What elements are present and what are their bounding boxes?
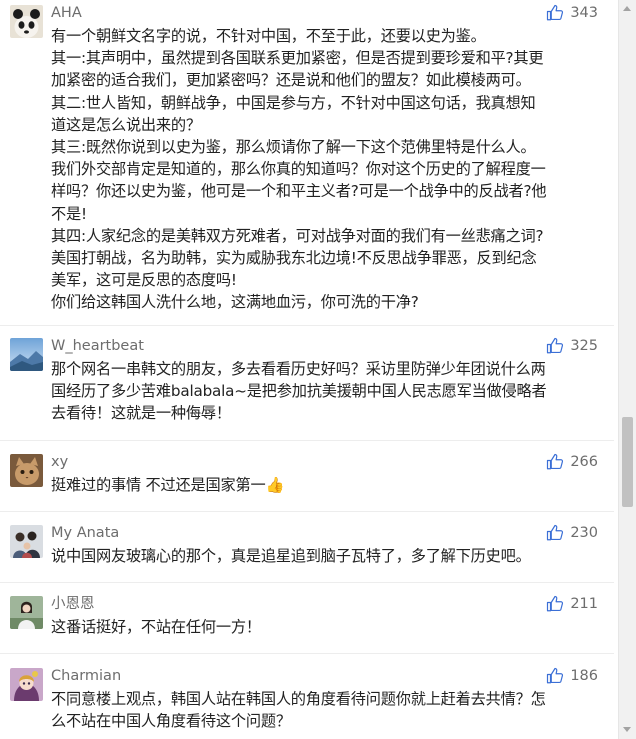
- username[interactable]: W_heartbeat: [51, 336, 144, 356]
- scroll-down-arrow-icon[interactable]: [623, 727, 631, 732]
- comment-line: 那个网名一串韩文的朋友，多去看看历史好吗？采访里防弹少年团说什么两: [51, 360, 546, 378]
- username[interactable]: 小恩恩: [51, 594, 95, 614]
- like-count: 266: [570, 454, 598, 470]
- comment-line: 不是!: [51, 204, 87, 223]
- username[interactable]: xy: [51, 452, 68, 472]
- comment-line: 其三:既然你说到以史为鉴，那么烦请你了解一下这个范佛里特是什么人。: [51, 138, 536, 157]
- like-count: 325: [570, 338, 598, 354]
- avatar-cat-icon: [10, 454, 43, 487]
- comment-line: 道这是怎么说出来的？: [51, 115, 201, 134]
- divider: [0, 511, 614, 512]
- username[interactable]: Charmian: [51, 666, 121, 686]
- like-count: 211: [570, 596, 598, 612]
- comment-line: 么不站在中国人角度看待这个问题？: [51, 712, 291, 731]
- thumbs-up-icon: [547, 524, 564, 541]
- comment-line: 你们给这韩国人洗什么地，这满地血污，你可洗的干净?: [51, 293, 419, 312]
- comment-line: 其二:世人皆知，朝鲜战争，中国是参与方，不针对中国这句话，我真想知: [51, 93, 536, 112]
- comment-line: 这番话挺好，不站在任何一方！: [51, 618, 261, 636]
- comment-text: 不同意楼上观点，韩国人站在韩国人的角度看待问题你就上赶着去共情？怎 么不站在中国…: [51, 688, 607, 732]
- comment-line: 样吗？你还以史为鉴，他可是一个和平主义者?可是一个战争中的反战者?他: [51, 182, 547, 201]
- like-count: 230: [570, 525, 598, 541]
- comment-text: 这番话挺好，不站在任何一方！: [51, 616, 607, 638]
- thumbs-up-icon: [547, 453, 564, 470]
- avatar[interactable]: [10, 668, 43, 701]
- comment-line: 美军，这可是反思的态度吗!: [51, 271, 237, 290]
- thumbs-up-icon: [547, 337, 564, 354]
- like-button[interactable]: 211: [546, 594, 598, 614]
- comment-line: 加紧密的适合我们，更加紧密吗？还是说和他们的盟友？如此模棱两可。: [51, 71, 531, 90]
- comment-line: 其四:人家纪念的是美韩双方死难者，可对战争对面的我们有一丝悲痛之词?: [51, 226, 544, 245]
- avatar-panda-icon: [10, 5, 43, 38]
- comment-line: 有一个朝鲜文名字的说，不针对中国，不至于此，还要以史为鉴。: [51, 27, 486, 45]
- like-button[interactable]: 266: [546, 452, 598, 472]
- comment-text: 说中国网友玻璃心的那个，真是追星追到脑子瓦特了，多了解下历史吧。: [51, 545, 607, 567]
- avatar[interactable]: [10, 596, 43, 629]
- thumbs-up-icon: [547, 667, 564, 684]
- like-button[interactable]: 343: [546, 3, 598, 23]
- avatar-people-icon: [10, 525, 43, 558]
- like-button[interactable]: 186: [546, 666, 598, 686]
- comment-line: 去看待！这就是一种侮辱！: [51, 404, 231, 423]
- scroll-up-arrow-icon[interactable]: [623, 6, 631, 11]
- comment-line: 说中国网友玻璃心的那个，真是追星追到脑子瓦特了，多了解下历史吧。: [51, 547, 531, 565]
- avatar[interactable]: [10, 525, 43, 558]
- vertical-scrollbar[interactable]: [618, 0, 636, 739]
- comment-line: 美国打朝战，名为助韩，实为威胁我东北边境!不反思战争罪恶，反到纪念: [51, 249, 537, 268]
- comment-line: 挺难过的事情 不过还是国家第一👍: [51, 476, 285, 494]
- scroll-thumb[interactable]: [622, 417, 633, 507]
- avatar[interactable]: [10, 5, 43, 38]
- username[interactable]: My Anata: [51, 523, 119, 543]
- like-count: 186: [570, 668, 598, 684]
- divider: [0, 325, 614, 326]
- avatar-landscape-icon: [10, 338, 43, 371]
- comment-text: 有一个朝鲜文名字的说，不针对中国，不至于此，还要以史为鉴。 其一:其声明中，虽然…: [51, 25, 607, 314]
- avatar[interactable]: [10, 454, 43, 487]
- comment-line: 我们外交部肯定是知道的，那么你真的知道吗？你对这个历史的了解程度一: [51, 160, 546, 179]
- avatar-person-icon: [10, 596, 43, 629]
- thumbs-up-icon: [547, 4, 564, 21]
- like-button[interactable]: 230: [546, 523, 598, 543]
- comment-line: 其一:其声明中，虽然提到各国联系更加紧密，但是否提到要珍爱和平?其更: [51, 49, 544, 68]
- like-count: 343: [570, 5, 598, 21]
- comment-text: 挺难过的事情 不过还是国家第一👍: [51, 474, 607, 496]
- like-button[interactable]: 325: [546, 336, 598, 356]
- comment-line: 国经历了多少苦难balabala~是把参加抗美援朝中国人民志愿军当做侵略者: [51, 382, 547, 401]
- divider: [0, 582, 614, 583]
- avatar[interactable]: [10, 338, 43, 371]
- thumbs-up-icon: [547, 595, 564, 612]
- comment-line: 不同意楼上观点，韩国人站在韩国人的角度看待问题你就上赶着去共情？怎: [51, 690, 546, 708]
- comment-text: 那个网名一串韩文的朋友，多去看看历史好吗？采访里防弹少年团说什么两 国经历了多少…: [51, 358, 607, 425]
- divider: [0, 440, 614, 441]
- comment-feed: AHA 343 有一个朝鲜文名字的说，不针对中国，不至于此，还要以史为鉴。 其一…: [0, 0, 614, 739]
- divider: [0, 653, 614, 654]
- avatar-anime-icon: [10, 668, 43, 701]
- username[interactable]: AHA: [51, 3, 82, 23]
